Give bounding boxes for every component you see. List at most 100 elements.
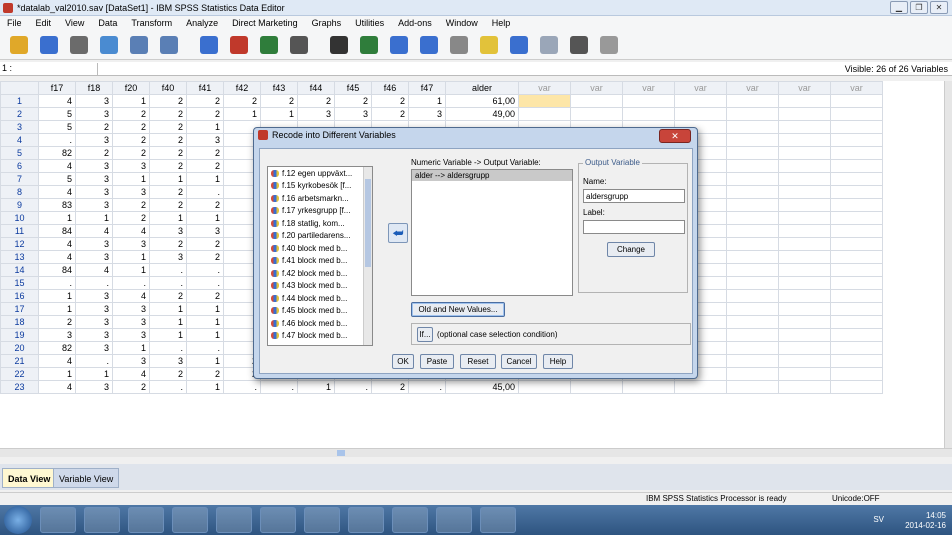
data-cell[interactable]: 1 (408, 94, 446, 108)
source-variable-list[interactable]: f.12 egen uppväxt... f.15 kyrkobesök [f..… (267, 166, 373, 346)
data-cell[interactable] (778, 328, 831, 342)
row-number[interactable]: 6 (0, 159, 39, 173)
data-cell[interactable]: 3 (186, 133, 224, 147)
data-cell[interactable]: 82 (38, 341, 76, 355)
data-cell[interactable] (726, 224, 779, 238)
data-cell[interactable]: 1 (186, 120, 224, 134)
data-cell[interactable]: 2 (149, 133, 187, 147)
data-cell[interactable]: 3 (112, 302, 150, 316)
data-cell[interactable]: 2 (371, 107, 409, 121)
data-cell[interactable]: 1 (260, 107, 298, 121)
row-number[interactable]: 11 (0, 224, 39, 238)
data-cell[interactable]: 1 (75, 367, 113, 381)
data-cell[interactable] (830, 94, 883, 108)
column-header[interactable]: f46 (371, 81, 409, 95)
redo-button[interactable] (156, 33, 182, 57)
data-cell[interactable] (726, 185, 779, 199)
vertical-scrollbar[interactable] (944, 81, 952, 448)
data-cell[interactable]: 1 (38, 302, 76, 316)
data-cell[interactable]: 2 (149, 146, 187, 160)
column-header[interactable]: var (622, 81, 675, 95)
data-cell[interactable]: . (112, 276, 150, 290)
data-cell[interactable]: 2 (112, 107, 150, 121)
data-cell[interactable]: 1 (186, 315, 224, 329)
taskbar-skype-button[interactable] (480, 507, 516, 533)
column-header[interactable]: f43 (260, 81, 298, 95)
taskbar-spss-button[interactable] (392, 507, 428, 533)
data-cell[interactable]: . (408, 380, 446, 394)
menu-window[interactable]: Window (439, 18, 485, 28)
data-cell[interactable]: 2 (186, 159, 224, 173)
data-cell[interactable] (830, 263, 883, 277)
data-cell[interactable] (778, 263, 831, 277)
data-cell[interactable] (778, 380, 831, 394)
menu-graphs[interactable]: Graphs (305, 18, 349, 28)
data-cell[interactable]: 3 (75, 315, 113, 329)
row-number[interactable]: 12 (0, 237, 39, 251)
list-item[interactable]: f.15 kyrkobesök [f... (268, 180, 372, 193)
list-item[interactable]: f.46 block med b... (268, 317, 372, 330)
data-cell[interactable] (726, 211, 779, 225)
split-file-button[interactable] (416, 33, 442, 57)
dialog-recall-button[interactable] (96, 33, 122, 57)
undo-button[interactable] (126, 33, 152, 57)
data-cell[interactable] (622, 107, 675, 121)
data-cell[interactable]: 82 (38, 146, 76, 160)
label-input[interactable] (583, 220, 685, 234)
data-cell[interactable]: . (149, 341, 187, 355)
maximize-button[interactable]: ❐ (910, 1, 928, 14)
row-number[interactable]: 10 (0, 211, 39, 225)
data-cell[interactable]: . (75, 276, 113, 290)
menu-help[interactable]: Help (485, 18, 518, 28)
data-cell[interactable]: 5 (38, 172, 76, 186)
data-cell[interactable]: 2 (149, 289, 187, 303)
data-cell[interactable] (830, 302, 883, 316)
insert-variable-button[interactable] (386, 33, 412, 57)
data-cell[interactable]: 1 (186, 328, 224, 342)
column-header[interactable]: var (726, 81, 779, 95)
data-cell[interactable] (622, 380, 675, 394)
data-cell[interactable] (726, 250, 779, 264)
column-header[interactable]: f45 (334, 81, 372, 95)
data-cell[interactable] (726, 341, 779, 355)
data-cell[interactable]: 3 (75, 237, 113, 251)
data-cell[interactable] (778, 237, 831, 251)
data-cell[interactable]: . (334, 380, 372, 394)
column-header[interactable]: var (570, 81, 623, 95)
data-cell[interactable] (674, 94, 727, 108)
data-cell[interactable]: 61,00 (445, 94, 519, 108)
column-header[interactable]: var (778, 81, 831, 95)
data-cell[interactable] (830, 146, 883, 160)
data-cell[interactable]: 4 (38, 94, 76, 108)
data-cell[interactable]: 4 (112, 289, 150, 303)
data-cell[interactable]: 3 (112, 185, 150, 199)
data-cell[interactable]: . (38, 276, 76, 290)
data-cell[interactable] (778, 289, 831, 303)
data-cell[interactable]: 83 (38, 198, 76, 212)
data-cell[interactable]: 84 (38, 224, 76, 238)
data-cell[interactable]: 1 (223, 107, 261, 121)
data-cell[interactable]: 2 (112, 211, 150, 225)
data-cell[interactable]: 2 (149, 237, 187, 251)
taskbar-acrobat-button[interactable] (216, 507, 252, 533)
list-item[interactable]: f.45 block med b... (268, 305, 372, 318)
value-labels-button[interactable] (506, 33, 532, 57)
row-number[interactable]: 20 (0, 341, 39, 355)
data-cell[interactable] (778, 276, 831, 290)
data-cell[interactable]: . (149, 276, 187, 290)
list-item[interactable]: f.44 block med b... (268, 292, 372, 305)
row-number[interactable]: 14 (0, 263, 39, 277)
row-number[interactable]: 15 (0, 276, 39, 290)
data-cell[interactable]: 2 (371, 380, 409, 394)
show-all-variables-button[interactable] (566, 33, 592, 57)
row-number[interactable]: 7 (0, 172, 39, 186)
data-cell[interactable] (778, 172, 831, 186)
data-cell[interactable]: 4 (75, 263, 113, 277)
old-and-new-values-button[interactable]: Old and New Values... (411, 302, 505, 317)
taskbar-word-button[interactable] (260, 507, 296, 533)
data-cell[interactable] (726, 133, 779, 147)
name-input[interactable]: aldersgrupp (583, 189, 685, 203)
tab-data-view[interactable]: Data View (2, 468, 57, 488)
data-cell[interactable]: 3 (75, 107, 113, 121)
move-variable-arrow-button[interactable]: ⮨ (388, 223, 408, 243)
